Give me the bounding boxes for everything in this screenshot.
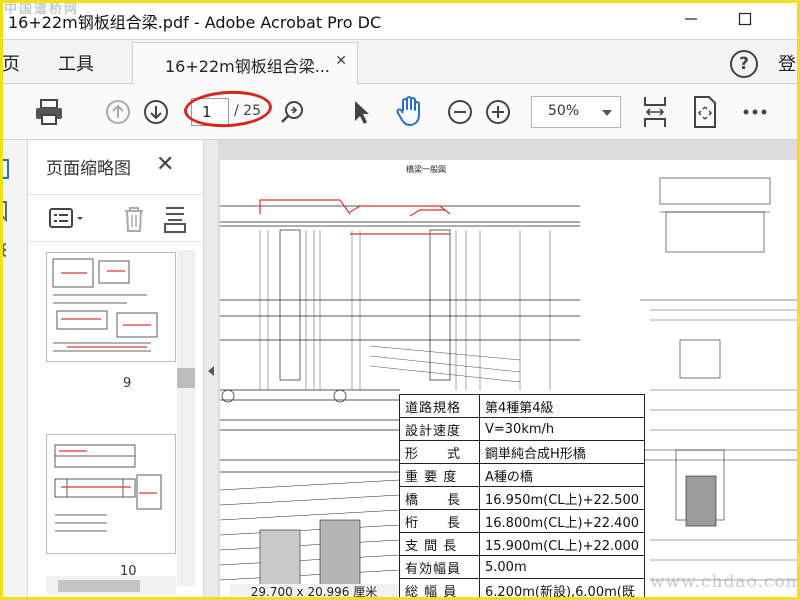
document-tab-label: 16+22m钢板组合梁... <box>165 57 330 76</box>
next-page-button[interactable] <box>142 98 170 126</box>
pane-collapse-handle[interactable] <box>204 140 218 600</box>
spec-row: 設計速度 V=30km/h <box>399 417 645 441</box>
window-title: 16+22m钢板组合梁.pdf - Adobe Acrobat Pro DC <box>8 13 382 32</box>
spec-value: 16.800m(CL上)+22.400 <box>479 509 645 533</box>
zoom-in-button[interactable] <box>484 98 512 126</box>
chevron-down-icon <box>602 110 612 116</box>
thumbnail-page-10[interactable] <box>46 434 176 554</box>
spec-key: 有効幅員 <box>399 555 480 579</box>
arrow-down-circle-icon <box>144 100 168 124</box>
more-icon <box>743 109 767 115</box>
spec-value: 鋼単純合成H形橋 <box>479 440 645 464</box>
fit-width-icon <box>644 97 666 127</box>
minimize-button[interactable] <box>676 6 706 32</box>
more-tools-button[interactable] <box>740 102 770 122</box>
spec-value: 第4種第4級 <box>479 394 645 418</box>
navigation-rail <box>0 140 28 600</box>
spec-key: 重 要 度 <box>399 463 480 487</box>
spec-value: 16.950m(CL上)+22.500 <box>479 486 645 510</box>
thumbnails-toolbar <box>28 194 204 242</box>
spec-row: 支 間 長 15.900m(CL上)+22.000 <box>399 532 645 556</box>
zoom-level-select[interactable]: 50% <box>531 96 621 128</box>
thumbnail-drawing <box>52 258 158 352</box>
spec-row: 道路規格 第4種第4級 <box>399 394 645 418</box>
plus-circle-icon <box>486 100 510 124</box>
hand-icon <box>396 96 420 126</box>
spec-value: 15.900m(CL上)+22.000 <box>479 532 645 556</box>
zoom-value: 50% <box>548 103 580 119</box>
bookmarks-icon[interactable] <box>0 200 10 222</box>
spec-value: 5.00m <box>479 555 645 579</box>
spec-row: 橋 長 16.950m(CL上)+22.500 <box>399 486 645 510</box>
chevron-left-icon <box>208 366 214 376</box>
zoom-out-button[interactable] <box>446 98 474 126</box>
spec-value: 6.200m(新設),6.00m(既 <box>479 578 645 600</box>
close-tab-icon[interactable]: ✕ <box>335 53 347 69</box>
thumbnails-title: 页面缩略图 <box>46 159 131 179</box>
help-icon[interactable]: ? <box>730 50 758 78</box>
print-button[interactable] <box>32 96 66 128</box>
specification-table: 道路規格 第4種第4級 設計速度 V=30km/h 形 式鋼単純合成H形橋重 要 度 A種… <box>399 394 645 600</box>
magnifier-icon <box>281 101 303 123</box>
spec-key: 形 式 <box>399 440 480 464</box>
title-bar: 中国道桥网 16+22m钢板组合梁.pdf - Adobe Acrobat Pr… <box>0 0 800 40</box>
tab-tools[interactable]: 工具 <box>58 50 94 76</box>
spec-row: 形 式鋼単純合成H形橋 <box>399 440 645 464</box>
spec-row: 重 要 度 A種の橋 <box>399 463 645 487</box>
rotate-page-icon[interactable] <box>162 204 188 234</box>
watermark-bottom: www.chdao.com <box>650 572 800 592</box>
spec-key: 道路規格 <box>399 394 480 418</box>
tab-bar: 主页 工具 16+22m钢板组合梁... ✕ <box>0 40 800 84</box>
thumbnails-pane: 页面缩略图 ✕ 9 10 <box>28 140 204 600</box>
cursor-arrow-icon <box>355 101 369 124</box>
thumbnail-options-icon[interactable] <box>48 205 88 233</box>
print-icon <box>36 99 62 125</box>
spec-key: 橋 長 <box>399 486 480 510</box>
thumbnail-page-9[interactable] <box>46 252 176 362</box>
login-button[interactable]: 登 <box>778 50 796 76</box>
spec-row: 有効幅員 5.00m <box>399 555 645 579</box>
document-view[interactable]: 橋梁一般図 道路規格 第4種第4級 設計速度 V=30km/h 形 式鋼単純合成H形橋重… <box>218 140 800 600</box>
full-screen-button[interactable] <box>690 94 720 130</box>
maximize-icon <box>738 12 752 26</box>
spec-key: 総 幅 員 <box>399 578 480 600</box>
main-toolbar: 1 / 25 50% <box>0 84 800 140</box>
pdf-page: 橋梁一般図 道路規格 第4種第4級 設計速度 V=30km/h 形 式鋼単純合成H形橋重… <box>220 160 800 600</box>
minus-circle-icon <box>448 100 472 124</box>
attachments-icon[interactable] <box>0 240 10 262</box>
tab-home[interactable]: 主页 <box>0 50 20 76</box>
close-pane-icon[interactable]: ✕ <box>156 152 174 177</box>
spec-value: A種の橋 <box>479 463 645 487</box>
spec-key: 設計速度 <box>399 417 480 441</box>
minimize-icon <box>685 18 697 20</box>
hand-tool-button[interactable] <box>394 94 426 128</box>
fit-page-button[interactable] <box>640 94 670 130</box>
select-tool-button[interactable] <box>348 98 374 126</box>
spec-key: 支 間 長 <box>399 532 480 556</box>
horizontal-scrollbar-thumb[interactable] <box>58 580 140 592</box>
spec-row: 桁 長 16.800m(CL上)+22.400 <box>399 509 645 533</box>
red-annotation-ellipse <box>183 88 273 130</box>
tab-document[interactable]: 16+22m钢板组合梁... ✕ <box>132 42 358 84</box>
scrollbar-thumb[interactable] <box>177 368 195 388</box>
previous-page-button[interactable] <box>104 98 132 126</box>
thumbnails-scrollbar[interactable] <box>177 250 195 586</box>
spec-value: V=30km/h <box>479 417 645 441</box>
maximize-button[interactable] <box>730 6 760 32</box>
arrow-up-circle-icon <box>106 100 130 124</box>
trash-icon[interactable] <box>120 204 148 234</box>
spec-row: 総 幅 員 6.200m(新設),6.00m(既 <box>399 578 645 600</box>
document-expand-icon <box>694 96 716 128</box>
thumbnail-drawing <box>54 444 162 532</box>
drawing-title: 橋梁一般図 <box>406 164 446 174</box>
page-thumbnails-icon[interactable] <box>0 158 12 180</box>
spec-key: 桁 長 <box>399 509 480 533</box>
page-size-label: 29.700 x 20.996 厘米 <box>230 584 398 600</box>
find-button[interactable] <box>278 98 306 126</box>
thumbnail-page-number: 9 <box>123 376 132 391</box>
